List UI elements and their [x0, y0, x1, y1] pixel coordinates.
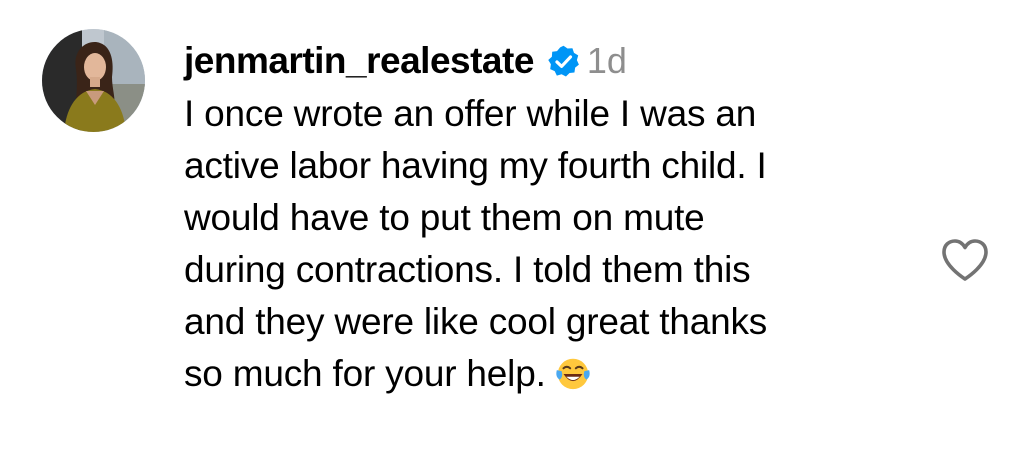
like-heart-icon[interactable] [940, 237, 990, 283]
comment-line: during contractions. I told them this [184, 249, 751, 290]
verified-badge-icon [546, 44, 581, 79]
tears-of-joy-emoji-icon [554, 354, 592, 392]
timestamp: 1d [586, 40, 627, 81]
comment-line: so much for your help. [184, 353, 546, 394]
comment-body: jenmartin_realestate 1d I once wrote an … [184, 34, 904, 400]
comment-line: would have to put them on mute [184, 197, 705, 238]
comment: jenmartin_realestate 1d I once wrote an … [0, 0, 1024, 451]
comment-line: active labor having my fourth child. I [184, 145, 767, 186]
comment-last-line-wrapper: so much for your help. [184, 348, 904, 400]
avatar[interactable] [42, 29, 145, 132]
comment-text: I once wrote an offer while I was an act… [184, 88, 904, 400]
comment-line: and they were like cool great thanks [184, 301, 768, 342]
comment-header: jenmartin_realestate 1d [184, 34, 904, 88]
comment-line: I once wrote an offer while I was an [184, 93, 757, 134]
username-link[interactable]: jenmartin_realestate [184, 40, 534, 82]
